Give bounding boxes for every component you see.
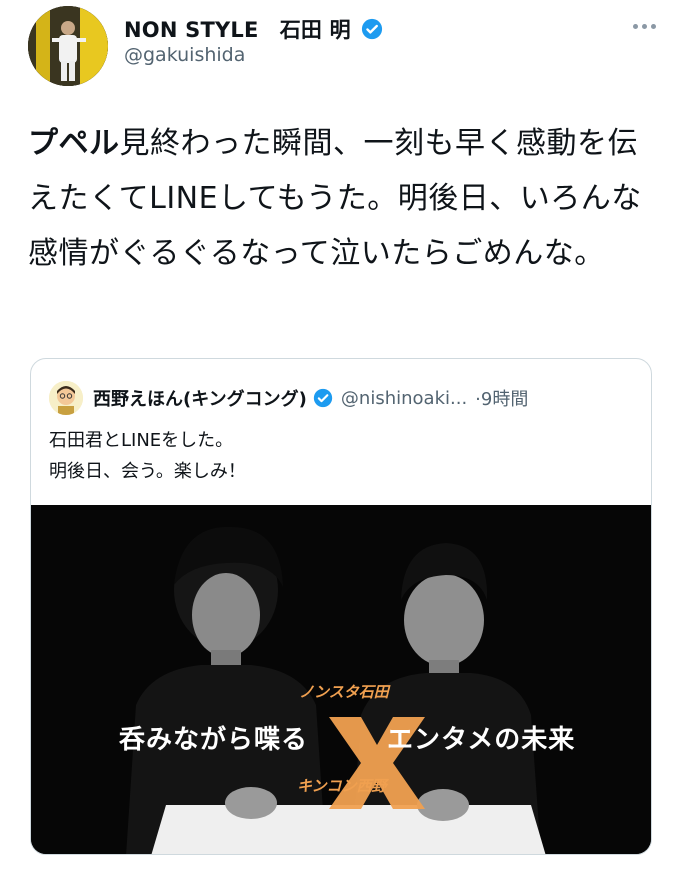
tweet-bold-prefix[interactable]: プペル bbox=[28, 126, 120, 161]
quoted-tweet[interactable]: 西野えほん(キングコング) @nishinoaki... ·9時間 石田君とLI… bbox=[30, 358, 652, 855]
image-caption-top: ノンスタ石田 bbox=[299, 683, 389, 701]
quoted-author-avatar[interactable] bbox=[49, 381, 83, 415]
quoted-author-handle[interactable]: @nishinoaki... bbox=[341, 388, 467, 409]
quoted-tweet-header: 西野えほん(キングコング) @nishinoaki... ·9時間 bbox=[49, 381, 633, 415]
tweet-text: プペル見終わった瞬間、一刻も早く感動を伝えたくてLINEしてもうた。明後日、いろ… bbox=[28, 116, 658, 281]
author-handle[interactable]: @gakuishida bbox=[124, 44, 245, 66]
tweet-header: NON STYLE 石田 明 @gakuishida bbox=[0, 0, 680, 100]
image-caption-bottom: キンコン西野 bbox=[297, 777, 387, 795]
quoted-author-display-name[interactable]: 西野えほん(キングコング) bbox=[93, 385, 307, 411]
verified-badge-icon bbox=[313, 388, 333, 408]
quoted-tweet-text: 石田君とLINEをした。 明後日、会う。楽しみ！ bbox=[49, 425, 246, 487]
tweet-body: 見終わった瞬間、一刻も早く感動を伝えたくてLINEしてもうた。明後日、いろんな感… bbox=[28, 126, 642, 271]
quoted-tweet-image[interactable]: ノンスタ石田 呑みながら喋る エンタメの未来 キンコン西野 bbox=[31, 505, 651, 854]
author-avatar[interactable] bbox=[28, 6, 108, 86]
verified-badge-icon bbox=[361, 18, 383, 40]
image-caption-left: 呑みながら喋る bbox=[119, 725, 309, 755]
image-caption-right: エンタメの未来 bbox=[387, 725, 576, 755]
quoted-tweet-line: 石田君とLINEをした。 bbox=[49, 430, 234, 451]
more-options-icon[interactable] bbox=[628, 16, 660, 36]
quoted-tweet-line: 明後日、会う。楽しみ！ bbox=[49, 461, 246, 482]
author-display-name[interactable]: NON STYLE 石田 明 bbox=[124, 14, 351, 44]
quoted-tweet-time[interactable]: ·9時間 bbox=[475, 385, 528, 411]
